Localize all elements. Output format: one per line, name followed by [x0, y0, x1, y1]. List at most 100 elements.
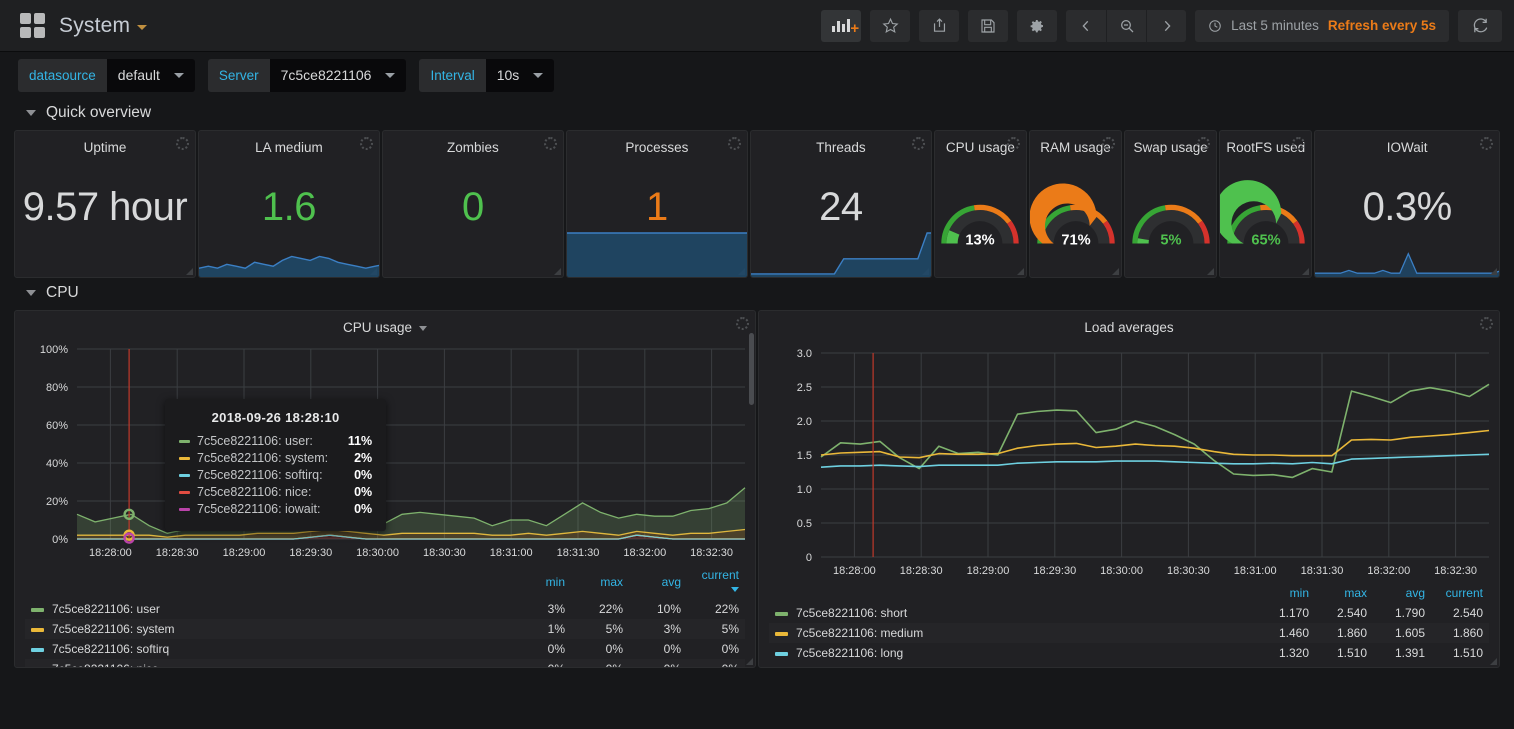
- variable-server-label: Server: [208, 59, 270, 92]
- legend-series-name[interactable]: 7c5ce8221106: medium: [769, 623, 1257, 643]
- refresh-button[interactable]: [1458, 10, 1502, 42]
- legend-col-max[interactable]: max: [571, 565, 629, 599]
- cpu-usage-panel-title[interactable]: CPU usage: [15, 311, 755, 335]
- legend-color-swatch[interactable]: [31, 648, 44, 652]
- panel-resize-handle[interactable]: [554, 268, 561, 275]
- row-header-quick-overview[interactable]: Quick overview: [0, 98, 1514, 130]
- legend-avg: 10%: [629, 599, 687, 619]
- legend-col-current[interactable]: current: [1431, 583, 1489, 603]
- gauge-value: 5%: [1124, 231, 1217, 248]
- panel-resize-handle[interactable]: [1490, 268, 1497, 275]
- legend-scrollbar[interactable]: [749, 333, 754, 663]
- legend-max: 5%: [571, 619, 629, 639]
- chevron-right-icon: [1160, 19, 1174, 33]
- svg-text:2.0: 2.0: [797, 416, 812, 428]
- panel-resize-handle[interactable]: [1112, 268, 1119, 275]
- time-navigation-group: [1066, 10, 1186, 42]
- legend-row[interactable]: 7c5ce8221106: softirq0%0%0%0%: [25, 639, 745, 659]
- legend-series-name[interactable]: 7c5ce8221106: long: [769, 643, 1257, 663]
- brand: System: [20, 13, 147, 38]
- legend-color-swatch[interactable]: [775, 632, 788, 636]
- time-range-label: Last 5 minutes: [1231, 18, 1319, 33]
- star-icon: [882, 17, 899, 34]
- row-header-cpu[interactable]: CPU: [0, 278, 1514, 310]
- legend-col-current[interactable]: current: [687, 565, 745, 599]
- panel-title[interactable]: Zombies: [383, 131, 563, 159]
- legend-min: 1.170: [1257, 603, 1315, 623]
- legend-max: 0%: [571, 639, 629, 659]
- legend-col-max[interactable]: max: [1315, 583, 1373, 603]
- legend-col-avg[interactable]: avg: [629, 565, 687, 599]
- svg-text:18:28:00: 18:28:00: [89, 547, 132, 559]
- panel-title[interactable]: Processes: [567, 131, 747, 159]
- load-averages-chart[interactable]: 00.51.01.52.02.53.018:28:0018:28:3018:29…: [759, 335, 1500, 583]
- tooltip-color-swatch: [179, 474, 190, 477]
- variable-datasource-select[interactable]: default: [107, 59, 195, 92]
- magnifier-minus-icon: [1119, 18, 1135, 34]
- legend-row[interactable]: 7c5ce8221106: system1%5%3%5%: [25, 619, 745, 639]
- panel-title[interactable]: Uptime: [15, 131, 195, 159]
- loading-spinner-icon: [544, 137, 557, 150]
- panel-title[interactable]: Threads: [751, 131, 931, 159]
- share-dashboard-button[interactable]: [919, 10, 959, 42]
- clock-icon: [1208, 19, 1222, 33]
- time-range-picker[interactable]: Last 5 minutes Refresh every 5s: [1195, 10, 1449, 42]
- legend-series-name[interactable]: 7c5ce8221106: softirq: [25, 639, 513, 659]
- legend-col-min[interactable]: min: [1257, 583, 1315, 603]
- legend-color-swatch[interactable]: [775, 612, 788, 616]
- page-title[interactable]: System: [59, 14, 147, 38]
- time-forward-button[interactable]: [1146, 10, 1186, 42]
- dashboard-grid-icon[interactable]: [20, 13, 45, 38]
- loading-spinner-icon: [1007, 137, 1020, 150]
- panel-resize-handle[interactable]: [186, 268, 193, 275]
- time-back-button[interactable]: [1066, 10, 1106, 42]
- loading-spinner-icon: [1480, 317, 1493, 330]
- legend-min: 1.460: [1257, 623, 1315, 643]
- svg-text:18:30:00: 18:30:00: [1100, 565, 1143, 577]
- legend-series-name[interactable]: 7c5ce8221106: user: [25, 599, 513, 619]
- gauge-value: 65%: [1219, 231, 1312, 248]
- legend-row[interactable]: 7c5ce8221106: short1.1702.5401.7902.540: [769, 603, 1489, 623]
- panel-resize-handle[interactable]: [746, 658, 753, 665]
- svg-text:18:31:30: 18:31:30: [1301, 565, 1344, 577]
- legend-scrollbar-thumb[interactable]: [749, 333, 754, 405]
- save-dashboard-button[interactable]: [968, 10, 1008, 42]
- dashboard-settings-button[interactable]: [1017, 10, 1057, 42]
- legend-color-swatch[interactable]: [775, 652, 788, 656]
- panel-resize-handle[interactable]: [1302, 268, 1309, 275]
- panel-title[interactable]: IOWait: [1315, 131, 1499, 159]
- svg-text:20%: 20%: [46, 496, 68, 508]
- legend-color-swatch[interactable]: [31, 628, 44, 632]
- legend-series-name[interactable]: 7c5ce8221106: system: [25, 619, 513, 639]
- legend-col-min[interactable]: min: [513, 565, 571, 599]
- legend-current: 22%: [687, 599, 745, 619]
- legend-series-name[interactable]: 7c5ce8221106: nice: [25, 659, 513, 668]
- loading-spinner-icon: [736, 317, 749, 330]
- svg-text:2.5: 2.5: [797, 382, 812, 394]
- star-dashboard-button[interactable]: [870, 10, 910, 42]
- variable-interval-select[interactable]: 10s: [486, 59, 555, 92]
- load-averages-panel-title[interactable]: Load averages: [759, 311, 1499, 335]
- tooltip-series-value: 0%: [328, 502, 372, 516]
- variable-server-select[interactable]: 7c5ce8221106: [270, 59, 407, 92]
- legend-max: 0%: [571, 659, 629, 668]
- panel-title[interactable]: LA medium: [199, 131, 379, 159]
- stat-panel-uptime: Uptime 9.57 hour: [14, 130, 196, 278]
- legend-min: 0%: [513, 639, 571, 659]
- svg-text:18:28:30: 18:28:30: [900, 565, 943, 577]
- legend-row[interactable]: 7c5ce8221106: medium1.4601.8601.6051.860: [769, 623, 1489, 643]
- panel-resize-handle[interactable]: [1490, 658, 1497, 665]
- legend-series-name[interactable]: 7c5ce8221106: short: [769, 603, 1257, 623]
- gauge-container: 71%: [1030, 161, 1121, 271]
- add-panel-button[interactable]: +: [821, 10, 861, 42]
- panel-resize-handle[interactable]: [1017, 268, 1024, 275]
- legend-col-avg[interactable]: avg: [1373, 583, 1431, 603]
- panel-resize-handle[interactable]: [1207, 268, 1214, 275]
- gauge-value: 13%: [934, 231, 1027, 248]
- legend-row[interactable]: 7c5ce8221106: user3%22%10%22%: [25, 599, 745, 619]
- legend-row[interactable]: 7c5ce8221106: nice0%0%0%0%: [25, 659, 745, 668]
- gauge-container: 5%: [1125, 161, 1216, 271]
- zoom-out-button[interactable]: [1106, 10, 1146, 42]
- legend-color-swatch[interactable]: [31, 608, 44, 612]
- legend-row[interactable]: 7c5ce8221106: long1.3201.5101.3911.510: [769, 643, 1489, 663]
